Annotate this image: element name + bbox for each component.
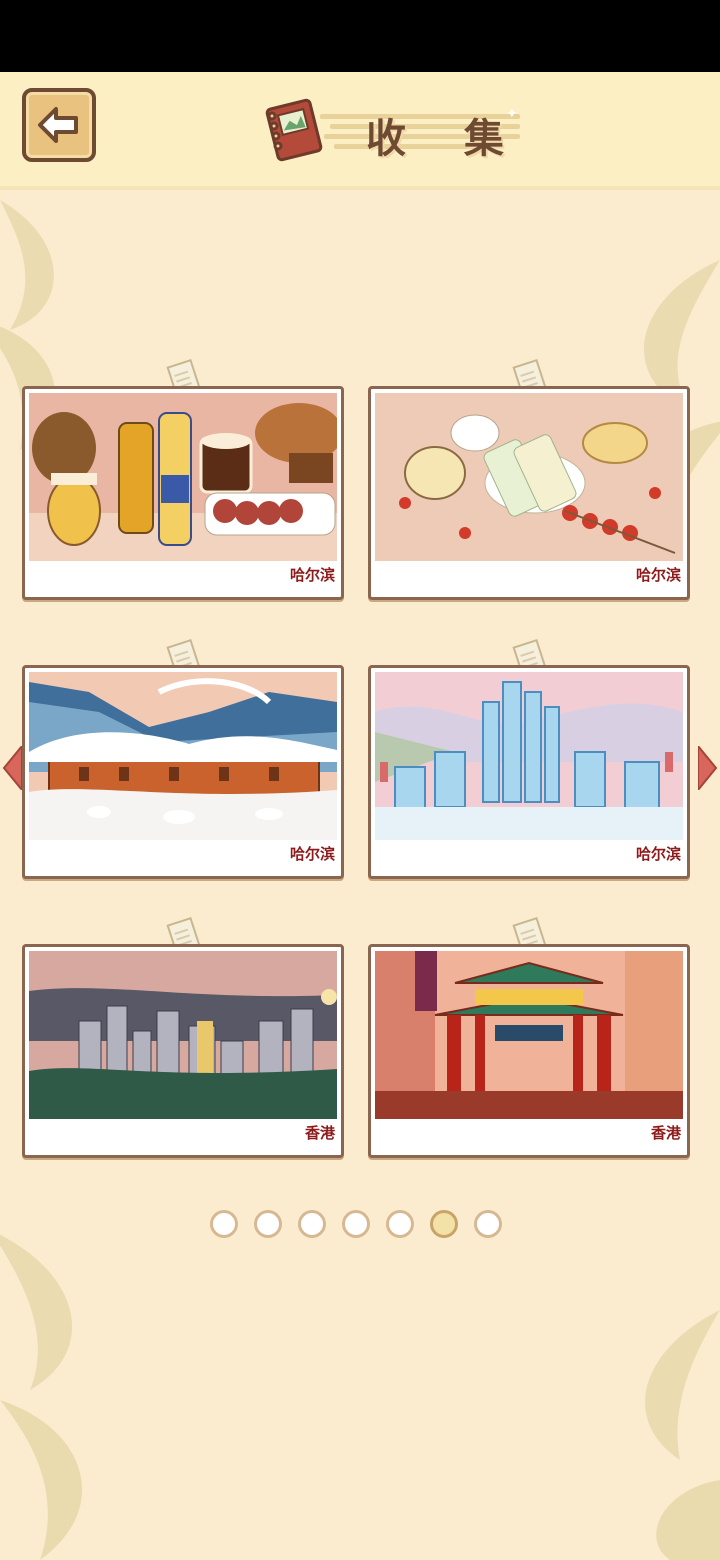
page-dot[interactable] (210, 1210, 238, 1238)
leaf-decoration-right-bottom (645, 1310, 720, 1560)
collection-card[interactable]: 哈尔滨 (22, 665, 344, 879)
collection-card[interactable]: 香港 (22, 944, 344, 1158)
card-illustration (375, 672, 683, 840)
back-arrow-icon (38, 107, 78, 143)
card-location-label: 香港 (304, 1124, 335, 1142)
leaf-decoration-left-bottom (0, 1234, 83, 1560)
page-dot[interactable] (342, 1210, 370, 1238)
card-illustration (375, 393, 683, 561)
collection-area: 哈尔滨 哈尔滨 哈尔滨 哈尔滨 香港 香港 (0, 190, 720, 1560)
page-title: 收 集 (366, 116, 526, 162)
status-bar (0, 0, 720, 72)
page-dot[interactable] (386, 1210, 414, 1238)
card-location-label: 哈尔滨 (635, 566, 681, 584)
collection-card[interactable]: 香港 (368, 944, 690, 1158)
card-location-label: 哈尔滨 (289, 566, 335, 584)
page-title-group: ✦ ✦ 收 集 (258, 94, 528, 164)
card-location-label: 哈尔滨 (289, 845, 335, 863)
back-button[interactable] (22, 88, 96, 162)
collection-card[interactable]: 哈尔滨 (368, 665, 690, 879)
book-icon (265, 98, 323, 162)
card-illustration (29, 393, 337, 561)
header: ✦ ✦ 收 集 (0, 72, 720, 190)
card-location-label: 哈尔滨 (635, 845, 681, 863)
prev-page-arrow-icon[interactable] (0, 746, 22, 790)
page-dot[interactable] (474, 1210, 502, 1238)
collection-card[interactable]: 哈尔滨 (22, 386, 344, 600)
page-dot[interactable] (254, 1210, 282, 1238)
page-dot-active[interactable] (430, 1210, 458, 1238)
collection-card[interactable]: 哈尔滨 (368, 386, 690, 600)
page-dot[interactable] (298, 1210, 326, 1238)
next-page-arrow-icon[interactable] (698, 746, 720, 790)
card-illustration (375, 951, 683, 1119)
card-illustration (29, 951, 337, 1119)
card-illustration (29, 672, 337, 840)
card-location-label: 香港 (650, 1124, 681, 1142)
